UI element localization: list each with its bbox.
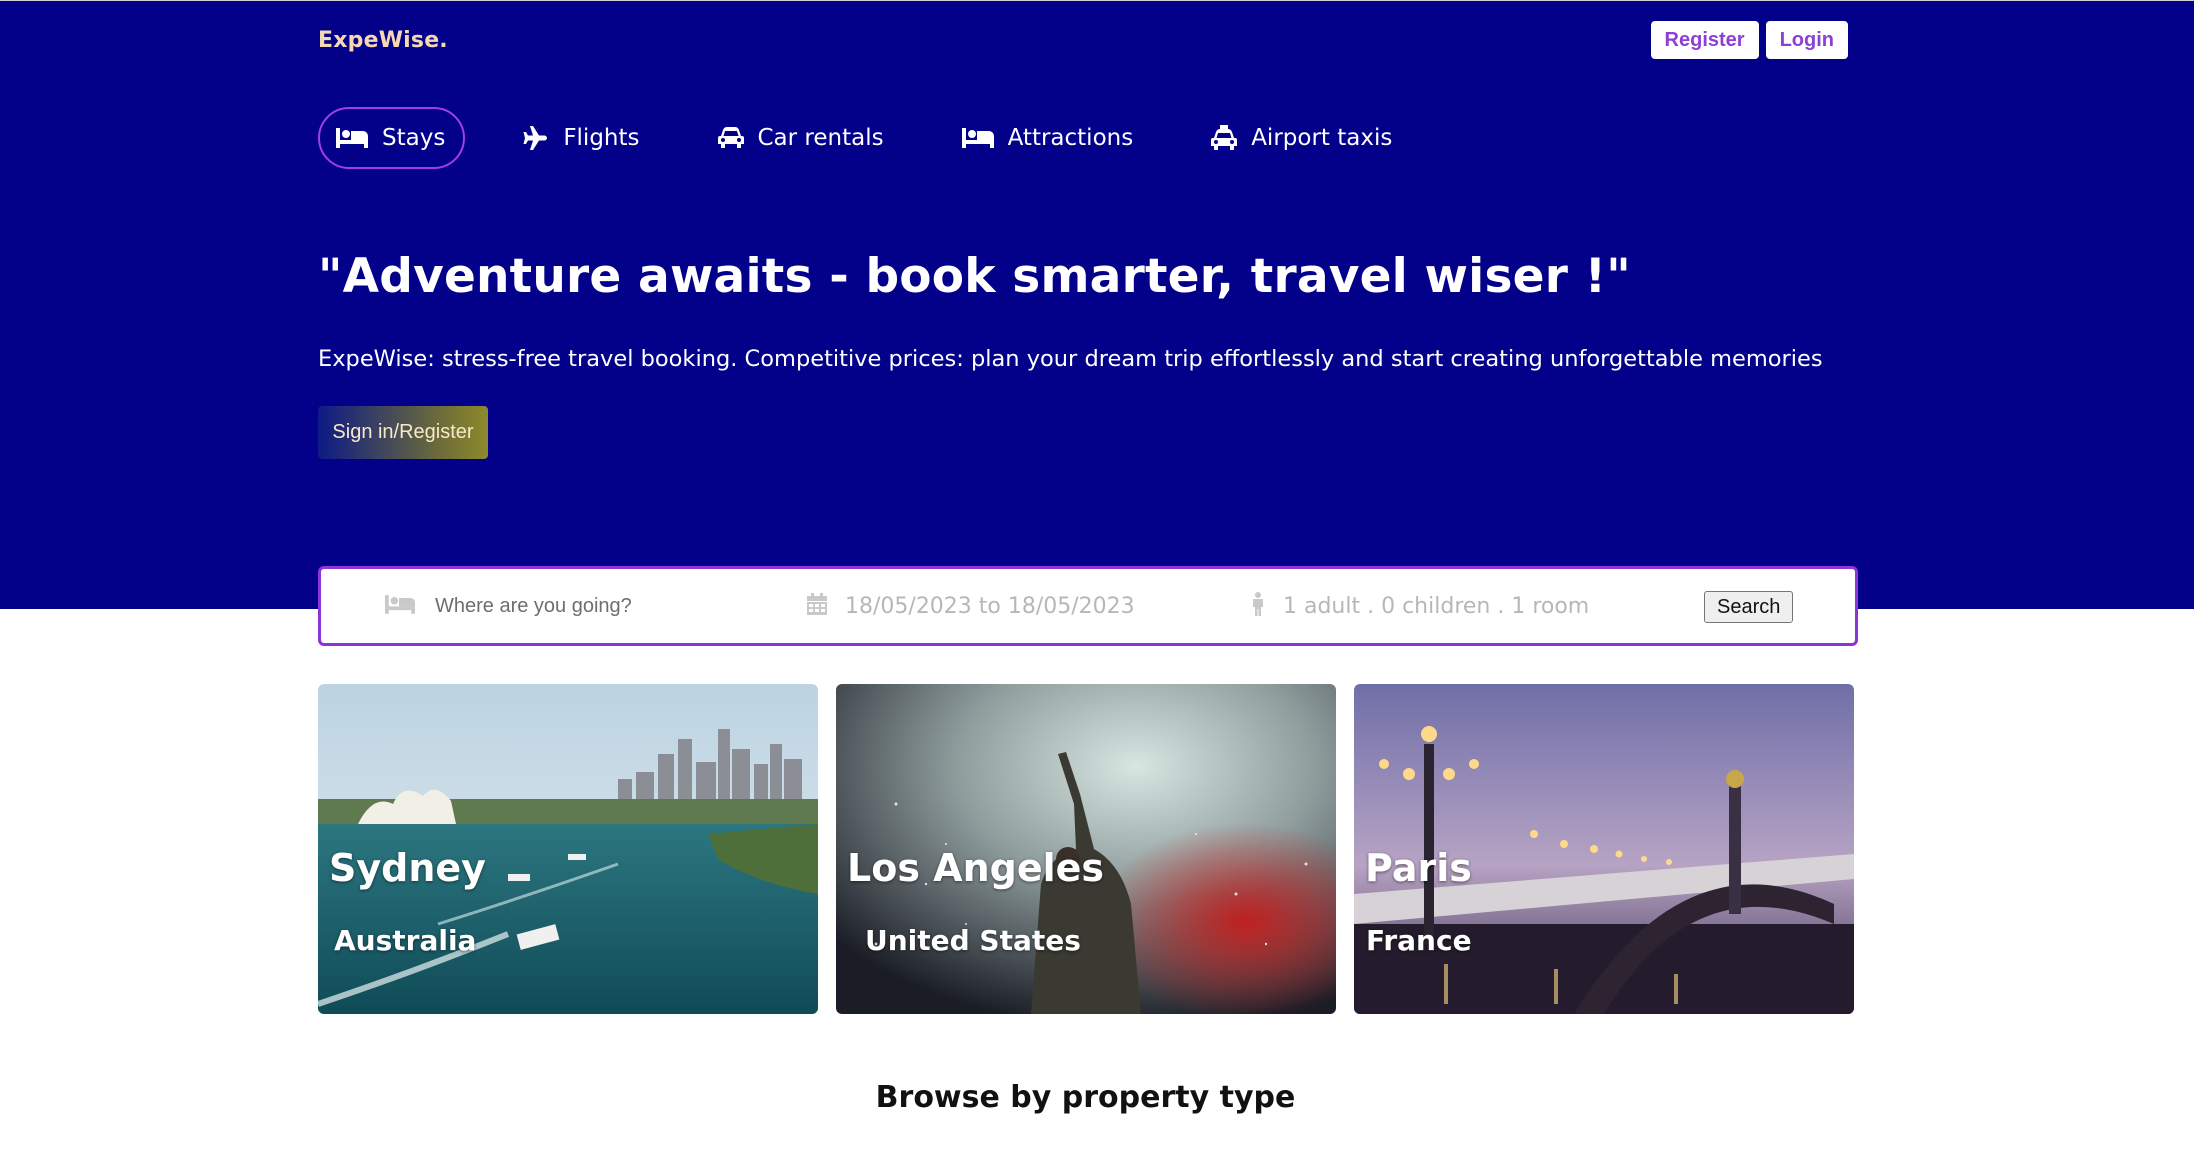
nav-item-label: Attractions (1007, 125, 1134, 151)
destination-card-los-angeles[interactable]: Los Angeles United States (836, 684, 1336, 1014)
person-icon (1251, 592, 1265, 620)
bed-icon (336, 128, 368, 148)
register-button[interactable]: Register (1650, 21, 1759, 59)
taxi-icon (1211, 125, 1238, 151)
nav-item-label: Airport taxis (1251, 125, 1393, 151)
date-range-text[interactable]: 18/05/2023 to 18/05/2023 (845, 594, 1135, 619)
nav-item-label: Stays (382, 125, 446, 151)
login-button[interactable]: Login (1765, 21, 1848, 59)
plane-icon (523, 126, 549, 150)
destination-card-paris[interactable]: Paris France (1354, 684, 1854, 1014)
brand-logo[interactable]: ExpeWise. (318, 28, 448, 53)
destination-input[interactable] (433, 593, 737, 619)
country-name: Australia (334, 924, 477, 957)
nav-item-attractions[interactable]: Attractions (944, 107, 1154, 169)
date-field[interactable]: 18/05/2023 to 18/05/2023 (807, 569, 1135, 643)
nav-item-airport-taxis[interactable]: Airport taxis (1193, 107, 1412, 169)
nav-item-flights[interactable]: Flights (505, 107, 659, 169)
city-name: Los Angeles (847, 846, 1105, 890)
guests-field[interactable]: 1 adult . 0 children . 1 room (1251, 569, 1589, 643)
hero-title: "Adventure awaits - book smarter, travel… (318, 249, 1631, 304)
nav-item-label: Car rentals (757, 125, 884, 151)
city-name: Paris (1365, 846, 1472, 890)
bed-icon (385, 594, 415, 618)
bed-icon (961, 128, 994, 148)
search-button[interactable]: Search (1704, 591, 1794, 623)
destination-card-sydney[interactable]: Sydney Australia (318, 684, 818, 1014)
nav-item-car-rentals[interactable]: Car rentals (700, 107, 904, 169)
nav-item-stays[interactable]: Stays (318, 107, 466, 169)
city-name: Sydney (329, 846, 486, 890)
hero-header: ExpeWise. Register Login Stays Flights C… (0, 0, 2194, 609)
country-name: France (1366, 924, 1472, 957)
hero-description: ExpeWise: stress-free travel booking. Co… (318, 346, 1823, 372)
sign-in-register-button[interactable]: Sign in/Register (318, 406, 488, 459)
car-icon (717, 127, 744, 149)
property-type-heading: Browse by property type (875, 1080, 1296, 1115)
category-nav: Stays Flights Car rentals Attractions Ai… (318, 107, 1412, 169)
guests-text[interactable]: 1 adult . 0 children . 1 room (1283, 594, 1589, 619)
featured-destinations: Sydney Australia Los Angeles United Stat… (318, 684, 1854, 1014)
search-bar: 18/05/2023 to 18/05/2023 1 adult . 0 chi… (318, 566, 1858, 646)
calendar-icon (807, 593, 827, 619)
destination-field (385, 569, 737, 643)
auth-buttons: Register Login (1650, 21, 1848, 59)
nav-item-label: Flights (563, 125, 640, 151)
country-name: United States (865, 924, 1081, 957)
